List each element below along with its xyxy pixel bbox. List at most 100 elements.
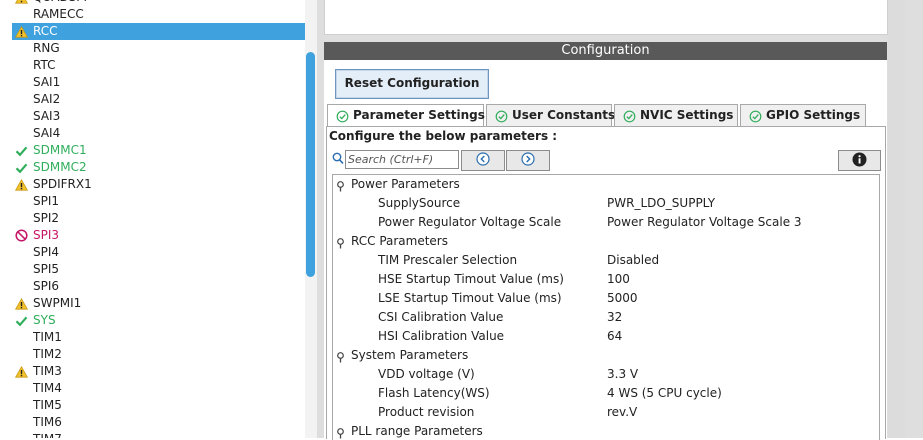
check-icon [14, 159, 28, 176]
pin-icon [336, 350, 345, 369]
previous-arrow-icon [476, 152, 490, 169]
peripheral-item-swpmi1[interactable]: SWPMI1 [12, 295, 305, 312]
parameter-value[interactable]: Power Regulator Voltage Scale 3 [607, 213, 802, 232]
peripheral-item-tim2[interactable]: TIM2 [12, 346, 305, 363]
peripheral-item-label: TIM6 [33, 415, 62, 429]
parameter-value[interactable]: 64 [607, 327, 622, 346]
peripheral-item-tim7[interactable]: TIM7 [12, 431, 305, 438]
peripheral-item-label: TIM4 [33, 381, 62, 395]
peripheral-item-label: TIM1 [33, 330, 62, 344]
reset-configuration-button[interactable]: Reset Configuration [335, 69, 489, 99]
info-button[interactable] [838, 150, 881, 171]
next-arrow-icon [521, 152, 535, 169]
peripheral-item-spi1[interactable]: SPI1 [12, 193, 305, 210]
parameter-name[interactable]: SupplySource [378, 194, 460, 213]
peripheral-item-label: SYS [33, 313, 56, 327]
parameter-name[interactable]: CSI Calibration Value [378, 308, 503, 327]
parameter-name[interactable]: HSE Startup Timout Value (ms) [378, 270, 564, 289]
peripheral-item-rng[interactable]: RNG [12, 40, 305, 57]
tab-parameter-settings[interactable]: Parameter Settings [327, 104, 485, 127]
peripheral-list-panel: QUADSPIRAMECCRCCRNGRTCSAI1SAI2SAI3SAI4SD… [0, 0, 318, 438]
right-pane: Configuration Reset Configuration Parame… [317, 0, 923, 440]
group-title: System Parameters [351, 348, 469, 362]
peripheral-item-label: RTC [33, 58, 56, 72]
peripheral-item-tim5[interactable]: TIM5 [12, 397, 305, 414]
parameter-name[interactable]: LSE Startup Timout Value (ms) [378, 289, 562, 308]
peripheral-item-tim6[interactable]: TIM6 [12, 414, 305, 431]
group-title: Power Parameters [351, 177, 460, 191]
group-title: PLL range Parameters [351, 424, 483, 438]
search-previous-button[interactable] [461, 150, 505, 171]
peripheral-item-spi6[interactable]: SPI6 [12, 278, 305, 295]
mode-panel [324, 0, 888, 35]
parameter-value[interactable]: PWR_LDO_SUPPLY [607, 194, 715, 213]
peripheral-item-sdmmc2[interactable]: SDMMC2 [12, 159, 305, 176]
peripheral-item-label: TIM5 [33, 398, 62, 412]
peripheral-item-spi4[interactable]: SPI4 [12, 244, 305, 261]
peripheral-item-label: SAI3 [33, 109, 61, 123]
pin-icon [336, 236, 345, 255]
peripheral-item-spdifrx1[interactable]: SPDIFRX1 [12, 176, 305, 193]
peripheral-item-label: SPI2 [33, 211, 60, 225]
configuration-tabs: Parameter Settings User Constants NVIC S… [327, 104, 883, 127]
peripheral-item-sai3[interactable]: SAI3 [12, 108, 305, 125]
peripheral-item-label: TIM3 [33, 364, 62, 378]
tab-nvic-settings[interactable]: NVIC Settings [614, 104, 738, 126]
parameter-name[interactable]: Flash Latency(WS) [378, 384, 490, 403]
warning-icon [14, 295, 28, 312]
configure-instruction: Configure the below parameters : [329, 129, 558, 143]
peripheral-item-label: SPDIFRX1 [33, 177, 92, 191]
search-next-button[interactable] [506, 150, 550, 171]
peripheral-item-tim3[interactable]: TIM3 [12, 363, 305, 380]
parameter-value[interactable]: 5000 [607, 289, 638, 308]
info-icon [852, 152, 867, 170]
parameter-value[interactable]: rev.V [607, 403, 637, 422]
parameter-name[interactable]: Power Regulator Voltage Scale [378, 213, 561, 232]
peripheral-item-spi2[interactable]: SPI2 [12, 210, 305, 227]
parameter-value[interactable]: 4 WS (5 CPU cycle) [607, 384, 722, 403]
peripheral-item-label: TIM7 [33, 431, 62, 438]
parameter-value[interactable]: 3.3 V [607, 365, 638, 384]
peripheral-item-label: SPI4 [33, 245, 60, 259]
pin-icon [336, 179, 345, 198]
parameter-value[interactable]: Disabled [607, 251, 659, 270]
tab-user-constants[interactable]: User Constants [486, 104, 615, 126]
parameter-name[interactable]: VDD voltage (V) [378, 365, 475, 384]
peripheral-item-sai2[interactable]: SAI2 [12, 91, 305, 108]
peripheral-item-label: SPI6 [33, 279, 60, 293]
peripheral-item-spi5[interactable]: SPI5 [12, 261, 305, 278]
scrollbar-thumb[interactable] [306, 52, 315, 277]
peripheral-item-label: RAMECC [33, 7, 84, 21]
peripheral-item-rtc[interactable]: RTC [12, 57, 305, 74]
peripheral-item-label: SAI2 [33, 92, 61, 106]
right-scrollbar[interactable] [888, 0, 905, 438]
peripheral-item-label: RNG [33, 41, 60, 55]
peripheral-item-label: RCC [33, 24, 58, 38]
parameter-name[interactable]: TIM Prescaler Selection [378, 251, 517, 270]
no-entry-icon [14, 227, 28, 244]
peripheral-list-scrollbar[interactable] [305, 0, 317, 438]
peripheral-item-sdmmc1[interactable]: SDMMC1 [12, 142, 305, 159]
peripheral-item-sys[interactable]: SYS [12, 312, 305, 329]
peripheral-item-ramecc[interactable]: RAMECC [12, 6, 305, 23]
peripheral-item-label: SPI1 [33, 194, 60, 208]
parameter-name[interactable]: HSI Calibration Value [378, 327, 504, 346]
parameter-name[interactable]: Product revision [378, 403, 474, 422]
peripheral-item-rcc[interactable]: RCC [12, 23, 305, 40]
tab-gpio-settings[interactable]: GPIO Settings [740, 104, 866, 126]
search-input[interactable] [345, 150, 459, 169]
peripheral-item-label: SPI5 [33, 262, 60, 276]
parameter-tree: Power Parameters SupplySource PWR_LDO_SUPP… [332, 174, 880, 440]
peripheral-item-sai1[interactable]: SAI1 [12, 74, 305, 91]
peripheral-item-sai4[interactable]: SAI4 [12, 125, 305, 142]
parameter-value[interactable]: 100 [607, 270, 630, 289]
peripheral-item-tim1[interactable]: TIM1 [12, 329, 305, 346]
peripheral-item-tim4[interactable]: TIM4 [12, 380, 305, 397]
peripheral-item-label: SAI1 [33, 75, 61, 89]
configuration-body: Reset Configuration Parameter Settings U… [324, 60, 887, 440]
peripheral-list: QUADSPIRAMECCRCCRNGRTCSAI1SAI2SAI3SAI4SD… [12, 0, 305, 438]
peripheral-item-label: TIM2 [33, 347, 62, 361]
peripheral-item-spi3[interactable]: SPI3 [12, 227, 305, 244]
group-title: RCC Parameters [351, 234, 448, 248]
parameter-value[interactable]: 32 [607, 308, 622, 327]
